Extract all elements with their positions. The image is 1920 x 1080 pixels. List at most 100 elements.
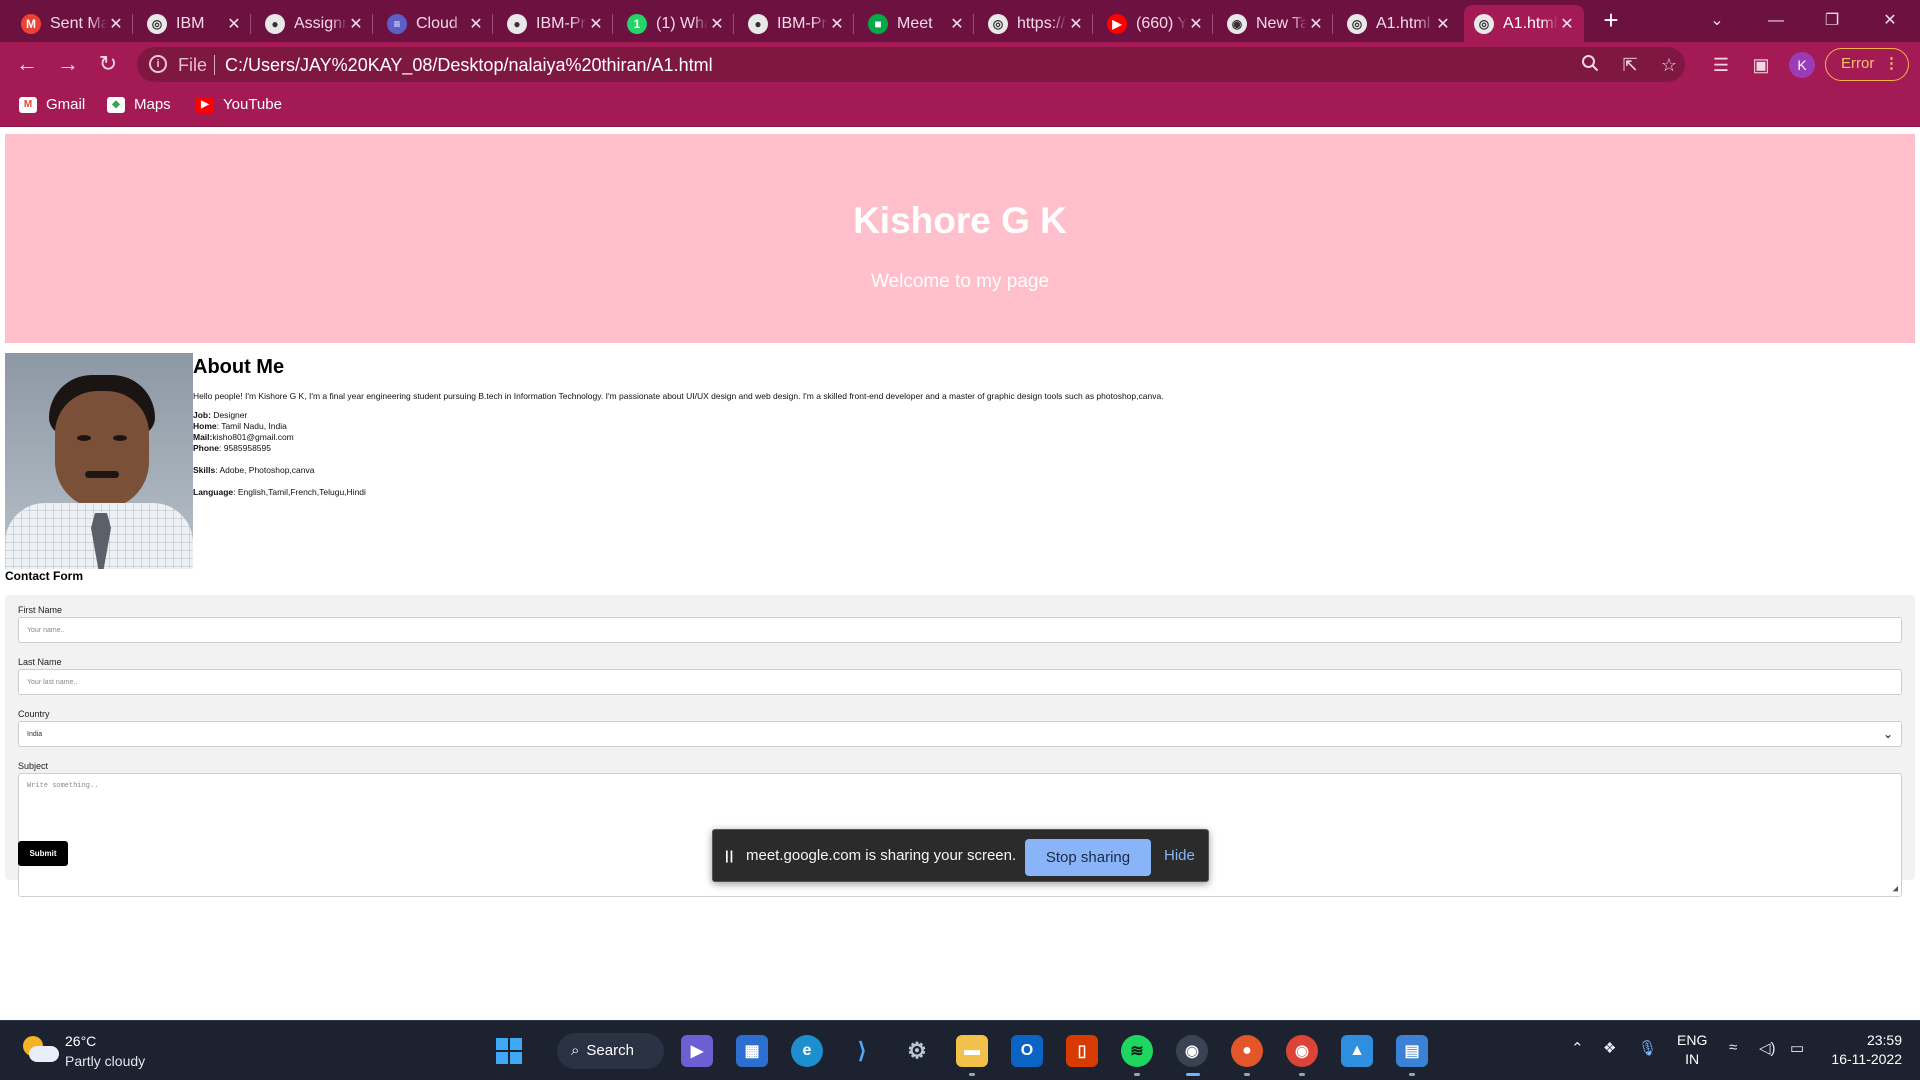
submit-button[interactable]: Submit xyxy=(18,841,68,866)
weather-desc[interactable]: Partly cloudy xyxy=(65,1053,145,1069)
side-panel-icon[interactable]: ▣ xyxy=(1749,53,1773,77)
chevron-up-icon[interactable]: ⌃ xyxy=(1571,1039,1584,1057)
microphone-icon[interactable]: 🎙 xyxy=(1638,1039,1657,1057)
url-text[interactable]: C:/Users/JAY%20KAY_08/Desktop/nalaiya%20… xyxy=(225,55,713,76)
taskbar-search[interactable]: ⌕ Search xyxy=(557,1033,664,1069)
github-icon: ● xyxy=(748,13,768,34)
share-icon[interactable]: ⇱ xyxy=(1619,54,1641,76)
error-button[interactable]: Error ⋮ xyxy=(1825,48,1909,81)
media-queue-icon[interactable]: ☰ xyxy=(1709,53,1733,77)
close-tab-icon[interactable]: ✕ xyxy=(587,14,605,34)
store-icon[interactable]: ▦ xyxy=(736,1035,768,1067)
youtube-icon: ▶ xyxy=(1107,13,1127,34)
resize-grip-icon[interactable]: ◢ xyxy=(1893,884,1898,894)
tab-search-button[interactable]: ⌄ xyxy=(1695,6,1739,36)
tab-7[interactable]: ● IBM-Project✕ xyxy=(738,5,854,42)
close-tab-icon[interactable]: ✕ xyxy=(347,14,365,34)
spotify-icon[interactable]: ≋ xyxy=(1121,1035,1153,1067)
tab-10[interactable]: ▶ (660) YouTube✕ xyxy=(1097,5,1213,42)
globe-icon: ◎ xyxy=(988,13,1008,34)
vscode-like-icon[interactable]: ⟩ xyxy=(846,1035,878,1067)
github-icon: ● xyxy=(265,13,285,34)
zoom-icon[interactable] xyxy=(1579,54,1601,76)
close-tab-icon[interactable]: ✕ xyxy=(1434,14,1452,34)
app-icon[interactable]: ● xyxy=(1231,1035,1263,1067)
clock[interactable]: 23:59 16-11-2022 xyxy=(1826,1031,1902,1069)
settings-icon[interactable]: ⚙ xyxy=(901,1035,933,1067)
job-line: Job: Designer xyxy=(193,410,1893,421)
maximize-button[interactable]: ❐ xyxy=(1810,6,1854,36)
last-name-input[interactable]: Your last name.. xyxy=(18,669,1902,695)
edge-icon[interactable]: e xyxy=(791,1035,823,1067)
close-tab-icon[interactable]: ✕ xyxy=(948,14,966,34)
volume-icon[interactable]: ◁) xyxy=(1759,1039,1776,1057)
close-tab-icon[interactable]: ✕ xyxy=(1067,14,1085,34)
close-tab-icon[interactable]: ✕ xyxy=(828,14,846,34)
chrome-active-icon[interactable]: ◉ xyxy=(1176,1035,1208,1067)
about-intro: Hello people! I'm Kishore G K, I'm a fin… xyxy=(193,391,1164,401)
tab-6[interactable]: 1 (1) WhatsApp✕ xyxy=(617,5,734,42)
profile-avatar[interactable]: K xyxy=(1789,52,1815,78)
tab-4[interactable]: ≡ Cloud ✕ xyxy=(377,5,493,42)
new-tab-button[interactable]: + xyxy=(1598,7,1624,34)
outlook-icon[interactable]: O xyxy=(1011,1035,1043,1067)
tab-12[interactable]: ◎ A1.html ✕ xyxy=(1337,5,1460,42)
more-vert-icon: ⋮ xyxy=(1884,55,1899,72)
clock-date: 16-11-2022 xyxy=(1831,1051,1902,1067)
tab-5[interactable]: ● IBM-Project✕ xyxy=(497,5,613,42)
forward-button[interactable]: → xyxy=(53,50,83,80)
wifi-icon[interactable]: ≈ xyxy=(1729,1039,1737,1056)
tab-title: Sent Mail xyxy=(50,14,107,32)
tab-11[interactable]: ◉ New Tab✕ xyxy=(1217,5,1333,42)
weather-icon[interactable] xyxy=(23,1036,59,1066)
photos-icon[interactable]: ▲ xyxy=(1341,1035,1373,1067)
close-tab-icon[interactable]: ✕ xyxy=(225,14,243,34)
stop-sharing-button[interactable]: Stop sharing xyxy=(1025,839,1151,876)
last-name-label: Last Name xyxy=(18,657,62,667)
first-name-input[interactable]: Your name.. xyxy=(18,617,1902,643)
close-window-button[interactable]: ✕ xyxy=(1868,6,1912,36)
tab-9[interactable]: ◎ https://✕ xyxy=(978,5,1093,42)
bookmark-youtube[interactable]: ▶ YouTube xyxy=(196,96,282,113)
bookmark-star-icon[interactable]: ☆ xyxy=(1658,54,1680,76)
tab-2[interactable]: ◎ IBM ✕ xyxy=(137,5,251,42)
tab-title: A1.html xyxy=(1503,14,1558,32)
hide-button[interactable]: Hide xyxy=(1164,847,1195,864)
close-tab-icon[interactable]: ✕ xyxy=(1307,14,1325,34)
teams-chat-icon[interactable]: ▶ xyxy=(681,1035,713,1067)
close-tab-icon[interactable]: ✕ xyxy=(107,14,125,34)
reload-button[interactable]: ↻ xyxy=(93,50,123,80)
start-icon[interactable] xyxy=(493,1035,525,1067)
info-icon[interactable]: i xyxy=(149,55,167,73)
chrome-icon[interactable]: ◉ xyxy=(1286,1035,1318,1067)
bookmark-maps[interactable]: ◆ Maps xyxy=(107,96,171,113)
tab-1[interactable]: M Sent Mail✕ xyxy=(11,5,133,42)
tab-title: (660) YouTube xyxy=(1136,14,1187,32)
close-tab-icon[interactable]: ✕ xyxy=(1187,14,1205,34)
bookmark-gmail[interactable]: M Gmail xyxy=(19,96,85,113)
weather-temp[interactable]: 26°C xyxy=(65,1033,96,1049)
address-bar[interactable]: i File C:/Users/JAY%20KAY_08/Desktop/nal… xyxy=(137,47,1685,82)
tab-8[interactable]: ■ Meet ✕ xyxy=(858,5,974,42)
tab-title: Cloud xyxy=(416,14,458,32)
office-icon[interactable]: ▯ xyxy=(1066,1035,1098,1067)
file-explorer-icon[interactable]: ▬ xyxy=(956,1035,988,1067)
language-indicator[interactable]: ENG IN xyxy=(1677,1031,1707,1069)
tab-3[interactable]: ● Assignment✕ xyxy=(255,5,373,42)
back-button[interactable]: ← xyxy=(12,50,42,80)
maps-icon: ◆ xyxy=(107,96,125,113)
close-tab-icon[interactable]: ✕ xyxy=(467,14,485,34)
home-label: Home xyxy=(193,421,217,431)
scheme-label: File xyxy=(178,55,208,75)
notepad-icon[interactable]: ▤ xyxy=(1396,1035,1428,1067)
running-indicator xyxy=(1134,1073,1140,1076)
minimize-button[interactable]: — xyxy=(1754,6,1798,36)
tab-13[interactable]: ◎ A1.html ✕ xyxy=(1464,5,1584,42)
dropbox-icon[interactable]: ❖ xyxy=(1603,1039,1616,1057)
battery-icon[interactable]: ▭ xyxy=(1790,1039,1804,1057)
close-tab-icon[interactable]: ✕ xyxy=(708,14,726,34)
tab-strip: MSent Mail✕◎IBM✕●Assignment✕≡Cloud✕●IBM-… xyxy=(0,0,1920,42)
country-select[interactable]: India ⌄ xyxy=(18,721,1902,747)
globe-icon: ◎ xyxy=(147,13,167,34)
close-tab-icon[interactable]: ✕ xyxy=(1558,14,1576,34)
